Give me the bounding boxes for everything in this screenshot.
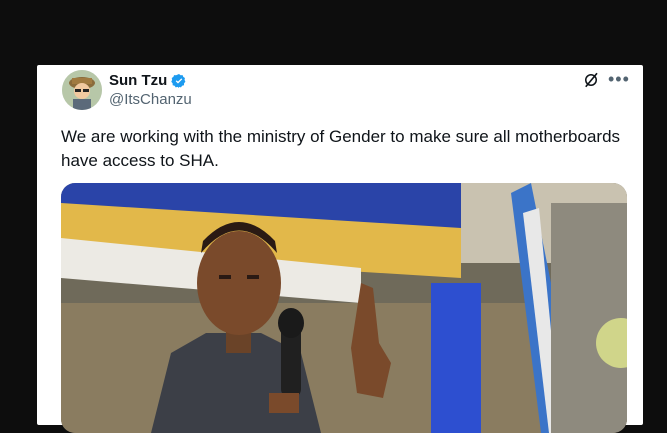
tweet-text: We are working with the ministry of Gend… <box>61 127 621 170</box>
author-handle[interactable]: @ItsChanzu <box>109 91 192 108</box>
author-name[interactable]: Sun Tzu <box>109 72 167 89</box>
more-icon[interactable]: ••• <box>608 69 630 90</box>
author-row: Sun Tzu <box>109 72 187 89</box>
tweet-image[interactable] <box>61 183 627 433</box>
avatar[interactable] <box>62 70 102 110</box>
verified-badge-icon <box>171 73 186 88</box>
grok-icon[interactable] <box>582 71 600 89</box>
tweet-card: Sun Tzu @ItsChanzu ••• We are working wi… <box>37 65 643 433</box>
